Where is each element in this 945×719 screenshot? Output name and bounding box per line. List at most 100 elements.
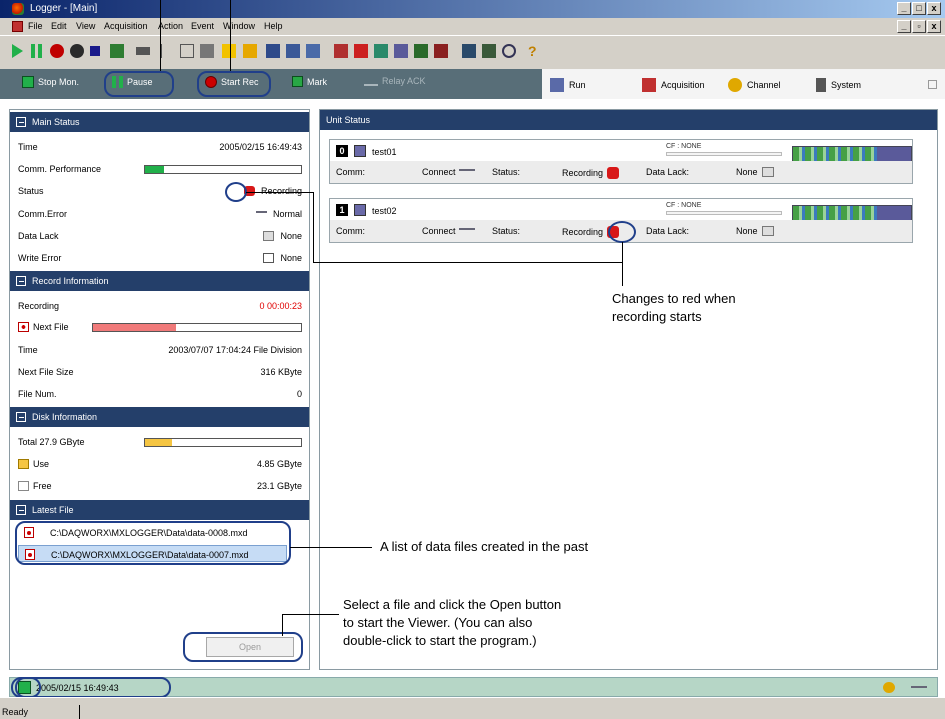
annotation-line	[160, 0, 161, 71]
recording-status-icon	[607, 167, 620, 179]
mdi-minimize-button[interactable]: _	[897, 20, 911, 33]
write-error-icon	[263, 253, 275, 263]
collapse-icon[interactable]	[928, 80, 937, 89]
panel2-icon[interactable]	[286, 44, 300, 58]
trend-icon[interactable]	[334, 44, 348, 58]
play-icon[interactable]	[12, 44, 23, 58]
open-button-highlight	[183, 632, 303, 662]
stop-icon[interactable]	[90, 46, 100, 56]
next-file-bar	[92, 323, 302, 332]
alarm-ack-icon[interactable]	[243, 44, 257, 58]
relay-ack-button[interactable]: Relay ACK	[364, 76, 426, 86]
use-swatch-icon	[18, 459, 29, 469]
annotation-line	[246, 192, 314, 193]
view-tabs: Run Acquisition Channel System	[542, 69, 945, 99]
connect-icon	[458, 169, 475, 173]
pause-icon[interactable]	[31, 44, 42, 58]
menu-view[interactable]: View	[76, 21, 95, 31]
cf-bar	[666, 211, 782, 215]
collapse-box-icon	[16, 117, 26, 127]
bar-icon[interactable]	[434, 44, 448, 58]
app-logo-icon	[12, 3, 24, 15]
status-icon-highlight-bottom	[15, 677, 41, 698]
chart-icon[interactable]	[414, 44, 428, 58]
annotation-line	[282, 614, 283, 636]
disk-total-row: Total 27.9 GByte	[18, 437, 302, 451]
file-list-highlight	[15, 521, 291, 565]
record-icon[interactable]	[50, 44, 64, 58]
data-lack-icon	[761, 226, 774, 236]
monitor-icon[interactable]	[110, 44, 124, 58]
grid-icon[interactable]	[394, 44, 408, 58]
mark-button[interactable]: Mark	[292, 76, 327, 87]
document-icon[interactable]	[12, 21, 23, 32]
disk-info-header[interactable]: Disk Information	[10, 407, 309, 427]
latest-file-header[interactable]: Latest File	[10, 500, 309, 520]
write-error-row: Write Error None	[18, 253, 302, 263]
recording-icon-highlight	[608, 221, 636, 243]
report-icon[interactable]	[462, 44, 476, 58]
recording-row: Recording 0 00:00:23	[18, 301, 302, 311]
menu-file[interactable]: File	[28, 21, 43, 31]
annotation-line	[313, 262, 623, 263]
pause-highlight	[104, 71, 174, 97]
main-status-header[interactable]: Main Status	[10, 112, 309, 132]
cut-icon[interactable]	[160, 44, 174, 58]
tab-channel[interactable]: Channel	[728, 78, 781, 92]
next-file-size-row: Next File Size 316 KByte	[18, 367, 302, 377]
panel-icon[interactable]	[266, 44, 280, 58]
mdi-restore-button[interactable]: ▫	[912, 20, 926, 33]
acquisition-icon	[642, 78, 656, 92]
unit-number-badge: 0	[336, 145, 348, 157]
report2-icon[interactable]	[482, 44, 496, 58]
annotation-line	[79, 705, 80, 719]
disk-use-row: Use 4.85 GByte	[18, 459, 302, 473]
tab-system[interactable]: System	[816, 78, 861, 92]
annotation-line	[282, 614, 339, 615]
copy-icon[interactable]	[180, 44, 194, 58]
mdi-close-button[interactable]: x	[927, 20, 941, 33]
mark-icon	[292, 76, 303, 87]
menu-action[interactable]: Action	[158, 21, 183, 31]
annotation-line	[290, 547, 372, 548]
menu-help[interactable]: Help	[264, 21, 283, 31]
menu-event[interactable]: Event	[191, 21, 214, 31]
meter-icon[interactable]	[374, 44, 388, 58]
next-file-icon	[18, 322, 29, 332]
maximize-button[interactable]: □	[912, 2, 926, 15]
paste-icon[interactable]	[200, 44, 214, 58]
unit-name: test02	[372, 206, 397, 216]
help-icon[interactable]: ?	[528, 44, 542, 58]
menu-acquisition[interactable]: Acquisition	[104, 21, 148, 31]
unit-card-test01[interactable]: 0 test01 CF : NONE Comm: Connect Status:…	[329, 139, 913, 184]
annotation-line	[313, 192, 314, 262]
close-button[interactable]: x	[927, 2, 941, 15]
icon-toolbar: ?	[0, 35, 945, 69]
alarm-icon[interactable]	[222, 44, 236, 58]
comm-error-row: Comm.Error Normal	[18, 209, 302, 219]
menu-edit[interactable]: Edit	[51, 21, 67, 31]
record-info-header[interactable]: Record Information	[10, 271, 309, 291]
cf-status: CF : NONE	[666, 202, 702, 209]
tab-run[interactable]: Run	[550, 78, 586, 92]
alarm-list-icon[interactable]	[354, 44, 368, 58]
zoom-icon[interactable]	[502, 44, 516, 58]
tab-acquisition[interactable]: Acquisition	[642, 78, 705, 92]
status-row: Status Recording	[18, 186, 302, 196]
mark-icon[interactable]	[70, 44, 84, 58]
collapse-box-icon	[16, 276, 26, 286]
next-file-row: Next File	[18, 322, 302, 336]
menu-window[interactable]: Window	[223, 21, 255, 31]
relay-icon[interactable]	[136, 47, 150, 55]
time-row: Time 2005/02/15 16:49:43	[18, 142, 302, 152]
alarm-bell-icon[interactable]	[883, 682, 895, 693]
panel3-icon[interactable]	[306, 44, 320, 58]
system-tools-icon	[816, 78, 826, 92]
stop-mon-button[interactable]: Stop Mon.	[22, 76, 79, 88]
status-icon-highlight	[225, 182, 247, 202]
free-swatch-icon	[18, 481, 29, 491]
data-lack-row: Data Lack None	[18, 231, 302, 241]
cf-bar	[666, 152, 782, 156]
connect-icon	[255, 211, 267, 215]
minimize-button[interactable]: _	[897, 2, 911, 15]
